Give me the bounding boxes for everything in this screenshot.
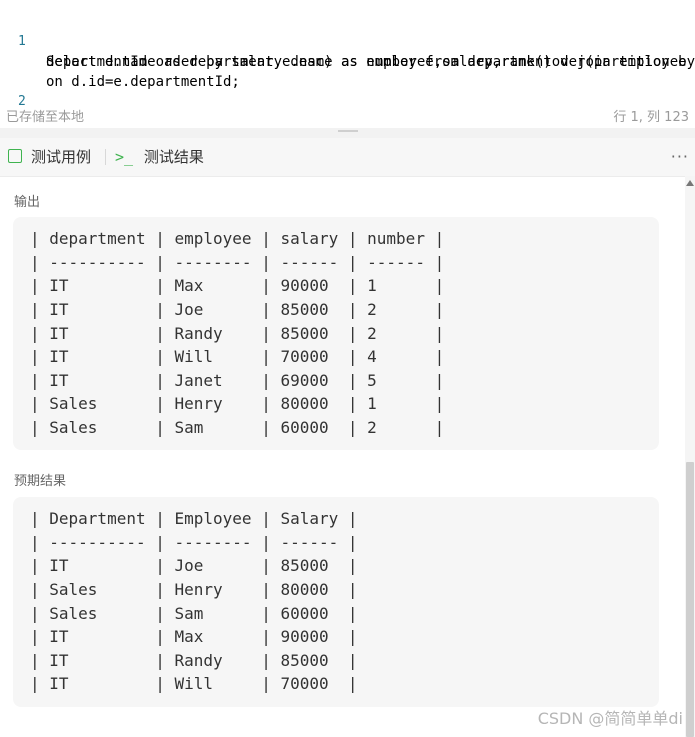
sql-editor[interactable]: 1 Select d.name as department,e.name as …	[0, 0, 695, 109]
code-line-1: 1 Select d.name as department,e.name as …	[0, 12, 695, 70]
cursor-position: 行 1, 列 123	[613, 110, 689, 125]
code-text: departmentId order by salary desc) as nu…	[46, 54, 695, 70]
expected-title: 预期结果	[14, 474, 67, 489]
output-table-line: | Sales | Sam | 60000 | 2 |	[30, 418, 445, 437]
output-table-line: | IT | Max | 90000 | 1 |	[30, 276, 445, 295]
code-line-2: 2	[0, 72, 34, 109]
tab-test-result[interactable]: >_ 测试结果	[115, 147, 204, 167]
expected-table-line: | IT | Randy | 85000 |	[30, 651, 358, 670]
code-text: on d.id=e.departmentId;	[46, 74, 240, 90]
tab-test-result-label: 测试结果	[143, 148, 204, 166]
output-table-line: | Sales | Henry | 80000 | 1 |	[30, 394, 445, 413]
output-title: 输出	[14, 195, 41, 210]
code-line-3-wrap: on d.id=e.departmentId;	[0, 52, 240, 90]
expected-table-line: | ---------- | -------- | ------ |	[30, 533, 358, 552]
output-box: | department | employee | salary | numbe…	[13, 217, 659, 450]
scroll-up-icon[interactable]	[686, 180, 694, 186]
tab-test-cases[interactable]: 测试用例	[31, 147, 91, 167]
checkbox-icon[interactable]	[8, 149, 22, 163]
expected-table-line: | IT | Will | 70000 |	[30, 674, 358, 693]
splitter-handle[interactable]	[338, 130, 358, 132]
more-icon[interactable]: ···	[671, 147, 689, 166]
panel-splitter[interactable]	[0, 128, 695, 138]
output-table-line: | IT | Joe | 85000 | 2 |	[30, 300, 445, 319]
scrollbar-thumb[interactable]	[686, 462, 694, 737]
output-table-line: | IT | Randy | 85000 | 2 |	[30, 324, 445, 343]
expected-box: | Department | Employee | Salary | | ---…	[13, 497, 659, 707]
output-table-line: | department | employee | salary | numbe…	[30, 229, 445, 248]
status-bar: 已存储至本地 行 1, 列 123	[0, 100, 695, 128]
tab-divider	[105, 149, 106, 165]
output-table-line: | ---------- | -------- | ------ | -----…	[30, 253, 445, 272]
expected-table-line: | Sales | Sam | 60000 |	[30, 604, 358, 623]
output-table-line: | IT | Will | 70000 | 4 |	[30, 347, 445, 366]
csdn-watermark: CSDN @简简单单di	[537, 709, 683, 728]
output-table-line: | IT | Janet | 69000 | 5 |	[30, 371, 445, 390]
expected-table-line: | IT | Max | 90000 |	[30, 627, 358, 646]
terminal-icon: >_	[115, 148, 134, 166]
result-tabbar: 测试用例 >_ 测试结果	[0, 138, 695, 177]
expected-table-line: | IT | Joe | 85000 |	[30, 556, 358, 575]
expected-table-line: | Department | Employee | Salary |	[30, 509, 358, 528]
save-status: 已存储至本地	[6, 110, 85, 125]
expected-table-line: | Sales | Henry | 80000 |	[30, 580, 358, 599]
code-line-2-wrap: departmentId order by salary desc) as nu…	[0, 32, 687, 70]
